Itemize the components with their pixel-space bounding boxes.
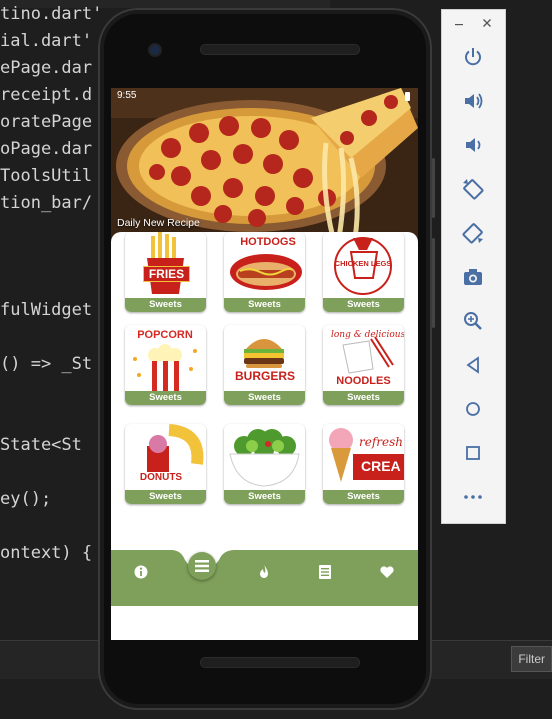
- code-line: ToolsUtil: [0, 166, 93, 186]
- earpiece: [200, 44, 360, 55]
- burgers-art-text: BURGERS: [234, 369, 295, 383]
- code-line: ePage.dar: [0, 58, 93, 78]
- category-label: Sweets: [323, 391, 404, 405]
- code-line: tion_bar/: [0, 193, 93, 213]
- back-icon[interactable]: [169, 616, 181, 630]
- camera-icon[interactable]: [461, 265, 485, 289]
- category-card-hotdogs[interactable]: HOTDOGS Sweets: [224, 232, 305, 312]
- category-card-fries[interactable]: FRIES Sweets: [125, 232, 206, 312]
- category-card-burgers[interactable]: BURGERS Sweets: [224, 325, 305, 405]
- filter-input[interactable]: Filter: [511, 646, 552, 672]
- more-icon[interactable]: [461, 485, 485, 509]
- hotdog-image: HOTDOGS: [224, 232, 305, 299]
- category-label: Sweets: [323, 490, 404, 504]
- category-label: Sweets: [125, 490, 206, 504]
- ice-cream-art-text: CREA: [361, 458, 401, 474]
- code-line: receipt.d: [0, 85, 93, 105]
- fries-art-text: FRIES: [143, 266, 190, 282]
- popcorn-art-text: POPCORN: [137, 329, 193, 341]
- code-line: ial.dart': [0, 31, 93, 51]
- volume-down-icon[interactable]: [461, 133, 485, 157]
- code-line: tino.dart': [0, 4, 103, 24]
- close-icon[interactable]: [482, 18, 492, 28]
- category-card-ice-cream[interactable]: refresh CREA Sweets: [323, 424, 404, 504]
- fries-image: FRIES: [125, 232, 206, 299]
- nav-favorites-button[interactable]: [378, 563, 396, 581]
- nav-info-button[interactable]: [132, 563, 150, 581]
- category-label: Sweets: [125, 391, 206, 405]
- salad-image: [224, 424, 305, 491]
- overview-icon[interactable]: [461, 441, 485, 465]
- svg-text:long & delicious: long & delicious: [331, 330, 404, 340]
- minimize-icon[interactable]: [454, 19, 464, 29]
- menu-icon: [195, 560, 209, 572]
- category-card-noodles[interactable]: long & delicious NOODLES Sweets: [323, 325, 404, 405]
- power-side-button: [432, 158, 435, 218]
- category-card-salad[interactable]: Sweets: [224, 424, 305, 504]
- popcorn-image: POPCORN: [125, 325, 206, 392]
- code-line: ey();: [0, 489, 52, 509]
- home-icon[interactable]: [258, 617, 270, 629]
- hero-banner[interactable]: 9:55 Daily New Recipe: [111, 88, 418, 250]
- rotate-left-icon[interactable]: [461, 177, 485, 201]
- category-card-chicken-legs[interactable]: CHICKEN LEGS Sweets: [323, 232, 404, 312]
- panel-title-bar: [442, 10, 505, 36]
- volume-up-icon[interactable]: [461, 89, 485, 113]
- nav-menu-button[interactable]: [188, 552, 216, 580]
- volume-side-button: [432, 238, 435, 328]
- burger-image: BURGERS: [224, 325, 305, 392]
- app-screen: 9:55 Daily New Recipe FRIES Sweets HOTDO…: [111, 88, 418, 640]
- hero-title: Daily New Recipe: [117, 217, 200, 229]
- hotdog-art-text: HOTDOGS: [240, 236, 296, 248]
- nav-list-button[interactable]: [316, 563, 334, 581]
- code-line: oPage.dar: [0, 139, 93, 159]
- category-label: Sweets: [224, 298, 305, 312]
- list-icon: [319, 565, 331, 579]
- heart-icon: [380, 566, 394, 578]
- phone-frame: 9:55 Daily New Recipe FRIES Sweets HOTDO…: [98, 8, 435, 710]
- status-time: 9:55: [117, 90, 137, 101]
- overview-icon[interactable]: [347, 617, 359, 629]
- category-label: Sweets: [125, 298, 206, 312]
- code-line: ontext) {: [0, 543, 93, 563]
- noodles-art-text: NOODLES: [336, 375, 391, 387]
- code-line: fulWidget: [0, 300, 93, 320]
- category-card-popcorn[interactable]: POPCORN Sweets: [125, 325, 206, 405]
- ice-cream-image: refresh CREA: [323, 424, 404, 491]
- rotate-right-icon[interactable]: [461, 221, 485, 245]
- nav-fire-button[interactable]: [255, 563, 273, 581]
- category-card-donuts[interactable]: DONUTS Sweets: [125, 424, 206, 504]
- svg-text:refresh: refresh: [359, 435, 403, 449]
- emulator-control-panel: [441, 9, 506, 524]
- back-icon[interactable]: [461, 353, 485, 377]
- home-icon[interactable]: [461, 397, 485, 421]
- code-line: oratePage: [0, 112, 93, 132]
- code-line: () => _St: [0, 354, 93, 374]
- zoom-icon[interactable]: [461, 309, 485, 333]
- category-grid: FRIES Sweets HOTDOGS Sweets CHICKEN LEGS…: [111, 232, 418, 552]
- donuts-image: DONUTS: [125, 424, 206, 491]
- front-camera: [150, 45, 160, 55]
- noodles-image: long & delicious NOODLES: [323, 325, 404, 392]
- chicken-legs-image: CHICKEN LEGS: [323, 232, 404, 299]
- chicken-art-text: CHICKEN LEGS: [334, 259, 392, 268]
- battery-icon: [405, 92, 410, 101]
- code-line: State<St: [0, 435, 82, 455]
- fire-icon: [260, 565, 268, 578]
- category-label: Sweets: [323, 298, 404, 312]
- android-navigation-bar: [98, 616, 432, 656]
- bottom-speaker: [200, 657, 360, 668]
- power-icon[interactable]: [461, 45, 485, 69]
- info-icon: [134, 565, 148, 579]
- category-label: Sweets: [224, 490, 305, 504]
- category-label: Sweets: [224, 391, 305, 405]
- donuts-art-text: DONUTS: [139, 472, 183, 483]
